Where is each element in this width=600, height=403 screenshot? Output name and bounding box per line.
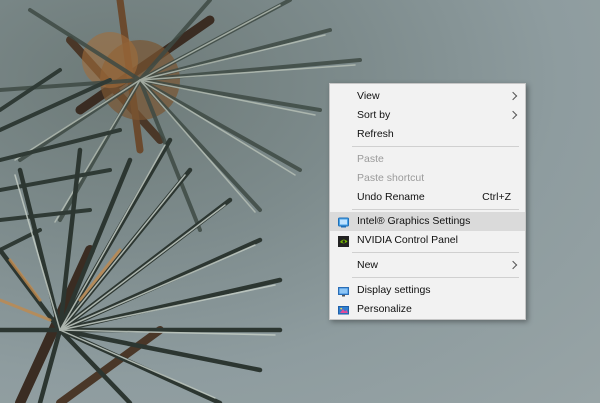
menu-item-view-label: View: [357, 90, 380, 102]
menu-item-personalize[interactable]: Personalize: [330, 300, 525, 319]
menu-item-undo-rename-label: Undo Rename: [357, 191, 425, 203]
menu-item-refresh[interactable]: Refresh: [330, 125, 525, 144]
menu-item-refresh-label: Refresh: [357, 128, 394, 140]
menu-item-new-label: New: [357, 259, 379, 271]
menu-item-nvidia-control-panel[interactable]: NVIDIA Control Panel: [330, 231, 525, 250]
menu-separator: [352, 252, 519, 253]
menu-item-paste-shortcut-label: Paste shortcut: [357, 172, 425, 184]
menu-item-undo-shortcut: Ctrl+Z: [482, 191, 511, 203]
personalize-icon: [338, 304, 349, 315]
menu-item-display-settings[interactable]: Display settings: [330, 281, 525, 300]
menu-item-display-settings-label: Display settings: [357, 284, 431, 296]
menu-separator: [352, 277, 519, 278]
menu-item-undo-rename[interactable]: Undo Rename Ctrl+Z: [330, 188, 525, 207]
desktop-context-menu: View Sort by Refresh Paste Paste shortcu…: [329, 83, 526, 320]
menu-item-view[interactable]: View: [330, 87, 525, 106]
menu-item-sort-by[interactable]: Sort by: [330, 106, 525, 125]
menu-item-nvidia-control-panel-label: NVIDIA Control Panel: [357, 234, 458, 246]
menu-item-personalize-label: Personalize: [357, 303, 412, 315]
display-icon: [338, 285, 349, 297]
menu-item-new[interactable]: New: [330, 256, 525, 275]
menu-item-intel-graphics-settings[interactable]: Intel® Graphics Settings: [330, 212, 525, 231]
menu-item-paste-shortcut: Paste shortcut: [330, 169, 525, 188]
nvidia-icon: [338, 235, 349, 247]
menu-item-paste-label: Paste: [357, 153, 384, 165]
menu-item-paste: Paste: [330, 150, 525, 169]
menu-separator: [352, 209, 519, 210]
menu-separator: [352, 146, 519, 147]
chevron-right-icon: [508, 260, 518, 270]
menu-item-intel-graphics-settings-label: Intel® Graphics Settings: [357, 215, 471, 227]
menu-item-sort-by-label: Sort by: [357, 109, 391, 121]
chevron-right-icon: [508, 110, 518, 120]
intel-graphics-icon: [338, 216, 349, 228]
chevron-right-icon: [508, 91, 518, 101]
